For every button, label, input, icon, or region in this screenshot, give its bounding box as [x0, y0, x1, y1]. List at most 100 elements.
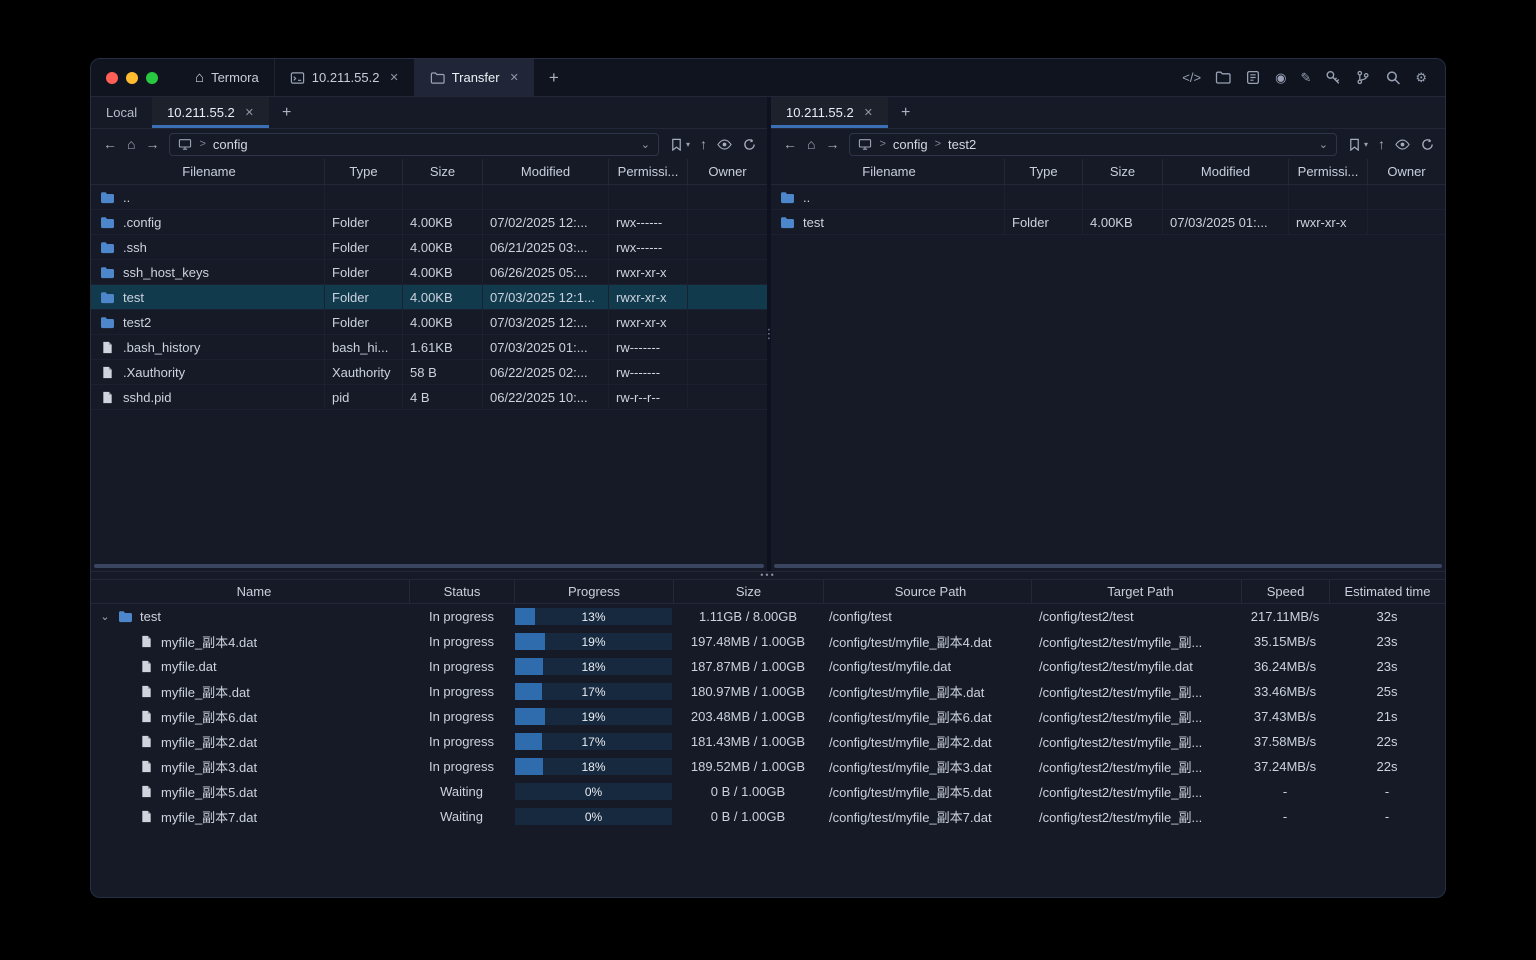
column-header[interactable]: Target Path: [1031, 580, 1241, 603]
column-header[interactable]: Permissi...: [1288, 159, 1367, 184]
transfer-row[interactable]: myfile_副本6.dat In progress 19% 203.48MB …: [91, 704, 1445, 729]
column-header[interactable]: Owner: [687, 159, 767, 184]
breadcrumb-segment[interactable]: config: [893, 137, 928, 152]
column-header[interactable]: Progress: [514, 580, 673, 603]
tab-local[interactable]: Local: [91, 97, 152, 128]
refresh-button[interactable]: [1420, 138, 1435, 151]
file-row[interactable]: .config Folder 4.00KB 07/02/2025 12:... rwx…: [91, 210, 767, 235]
show-hidden-button[interactable]: [717, 138, 732, 151]
zoom-window-button[interactable]: [146, 71, 158, 84]
transfer-row[interactable]: myfile_副本5.dat Waiting 0% 0 B / 1.00GB /…: [91, 779, 1445, 804]
folder-icon: [100, 316, 115, 329]
transfer-name: myfile_副本6.dat: [161, 710, 258, 725]
column-header[interactable]: Size: [402, 159, 482, 184]
column-header[interactable]: Filename: [771, 159, 1004, 184]
new-session-tab-button[interactable]: +: [534, 59, 574, 96]
transfer-row[interactable]: myfile_副本4.dat In progress 19% 197.48MB …: [91, 629, 1445, 654]
home-button[interactable]: ⌂: [127, 136, 135, 152]
file-row[interactable]: .Xauthority Xauthority 58 B 06/22/2025 02:…: [91, 360, 767, 385]
file-row[interactable]: .ssh Folder 4.00KB 06/21/2025 03:... rwx---…: [91, 235, 767, 260]
folder-icon[interactable]: [1215, 70, 1231, 85]
path-breadcrumb[interactable]: > config > test2 ⌄: [849, 132, 1337, 156]
column-header[interactable]: Permissi...: [608, 159, 687, 184]
pencil-icon[interactable]: ✎: [1300, 70, 1311, 86]
expand-chevron-icon[interactable]: ⌄: [99, 610, 111, 623]
transfer-status: In progress: [428, 634, 495, 649]
horizontal-scrollbar[interactable]: [94, 564, 764, 568]
git-branch-icon[interactable]: [1355, 70, 1371, 85]
back-button[interactable]: ←: [783, 136, 797, 152]
file-row[interactable]: .bash_history bash_hi... 1.61KB 07/03/2025…: [91, 335, 767, 360]
horizontal-splitter[interactable]: •••: [91, 571, 1445, 580]
new-file-tab-button[interactable]: +: [888, 97, 923, 128]
transfers-table-body: ⌄ test In progress 13% 1.11GB / 8.00GB /c…: [91, 604, 1445, 897]
up-directory-button[interactable]: ↑: [1378, 136, 1385, 152]
back-button[interactable]: ←: [103, 136, 117, 152]
close-icon[interactable]: ✕: [245, 106, 254, 119]
close-icon[interactable]: ✕: [389, 71, 398, 84]
file-row[interactable]: ..: [91, 185, 767, 210]
horizontal-scrollbar[interactable]: [774, 564, 1442, 568]
forward-button[interactable]: →: [825, 136, 839, 152]
breadcrumb-segment[interactable]: test2: [948, 137, 976, 152]
transfer-row[interactable]: ⌄ test In progress 13% 1.11GB / 8.00GB /c…: [91, 604, 1445, 629]
column-header[interactable]: Name: [91, 580, 409, 603]
column-header[interactable]: Status: [409, 580, 514, 603]
close-window-button[interactable]: [106, 71, 118, 84]
transfer-row[interactable]: myfile_副本3.dat In progress 18% 189.52MB …: [91, 754, 1445, 779]
log-icon[interactable]: [1245, 70, 1261, 85]
column-header[interactable]: Source Path: [823, 580, 1031, 603]
close-icon[interactable]: ✕: [864, 106, 873, 119]
transfer-name: myfile_副本2.dat: [161, 735, 258, 750]
path-breadcrumb[interactable]: > config ⌄: [169, 132, 659, 156]
transfer-row[interactable]: myfile_副本.dat In progress 17% 180.97MB /…: [91, 679, 1445, 704]
column-header[interactable]: Type: [1004, 159, 1082, 184]
file-row[interactable]: ..: [771, 185, 1445, 210]
key-icon[interactable]: [1325, 70, 1341, 85]
search-icon[interactable]: [1385, 70, 1401, 85]
tab-remote-host[interactable]: 10.211.55.2 ✕: [771, 97, 888, 128]
column-header[interactable]: Owner: [1367, 159, 1445, 184]
new-file-tab-button[interactable]: +: [269, 97, 304, 128]
tab-remote-host[interactable]: 10.211.55.2 ✕: [152, 97, 269, 128]
column-header[interactable]: Size: [673, 580, 823, 603]
column-header[interactable]: Speed: [1241, 580, 1329, 603]
refresh-button[interactable]: [742, 138, 757, 151]
transfer-status: In progress: [428, 659, 495, 674]
file-row-selected[interactable]: test Folder 4.00KB 07/03/2025 12:1... rwxr-…: [91, 285, 767, 310]
record-icon[interactable]: ◉: [1275, 70, 1286, 86]
file-row[interactable]: ssh_host_keys Folder 4.00KB 06/26/2025 05:…: [91, 260, 767, 285]
file-owner: [687, 185, 767, 209]
chevron-down-icon[interactable]: ⌄: [1319, 138, 1328, 151]
close-icon[interactable]: ✕: [510, 71, 519, 84]
forward-button[interactable]: →: [145, 136, 159, 152]
bookmark-button[interactable]: ▾: [669, 138, 690, 151]
tab-label: 10.211.55.2: [786, 105, 854, 120]
tab-session-10-211-55-2[interactable]: 10.211.55.2 ✕: [273, 59, 414, 96]
file-row[interactable]: test2 Folder 4.00KB 07/03/2025 12:... rwxr-…: [91, 310, 767, 335]
transfer-row[interactable]: myfile_副本7.dat Waiting 0% 0 B / 1.00GB /…: [91, 804, 1445, 829]
transfer-row[interactable]: myfile_副本2.dat In progress 17% 181.43MB …: [91, 729, 1445, 754]
column-header[interactable]: Estimated time: [1329, 580, 1445, 603]
tab-transfer[interactable]: Transfer ✕: [413, 59, 534, 96]
minimize-window-button[interactable]: [126, 71, 138, 84]
tab-termora[interactable]: ⌂ Termora: [180, 59, 274, 96]
transfer-speed: 37.43MB/s: [1253, 709, 1317, 724]
chevron-down-icon[interactable]: ⌄: [641, 138, 650, 151]
column-header[interactable]: Modified: [482, 159, 608, 184]
code-icon[interactable]: </>: [1182, 70, 1201, 85]
progress-bar: 17%: [515, 683, 672, 700]
bookmark-button[interactable]: ▾: [1347, 138, 1368, 151]
file-row[interactable]: test Folder 4.00KB 07/03/2025 01:... rwxr-x…: [771, 210, 1445, 235]
column-header[interactable]: Type: [324, 159, 402, 184]
gear-icon[interactable]: ⚙: [1415, 70, 1427, 86]
home-button[interactable]: ⌂: [807, 136, 815, 152]
up-directory-button[interactable]: ↑: [700, 136, 707, 152]
file-row[interactable]: sshd.pid pid 4 B 06/22/2025 10:... rw-r--r-…: [91, 385, 767, 410]
column-header[interactable]: Modified: [1162, 159, 1288, 184]
column-header[interactable]: Size: [1082, 159, 1162, 184]
transfer-row[interactable]: myfile.dat In progress 18% 187.87MB / 1.…: [91, 654, 1445, 679]
show-hidden-button[interactable]: [1395, 138, 1410, 151]
breadcrumb-segment[interactable]: config: [213, 137, 248, 152]
column-header[interactable]: Filename: [91, 159, 324, 184]
